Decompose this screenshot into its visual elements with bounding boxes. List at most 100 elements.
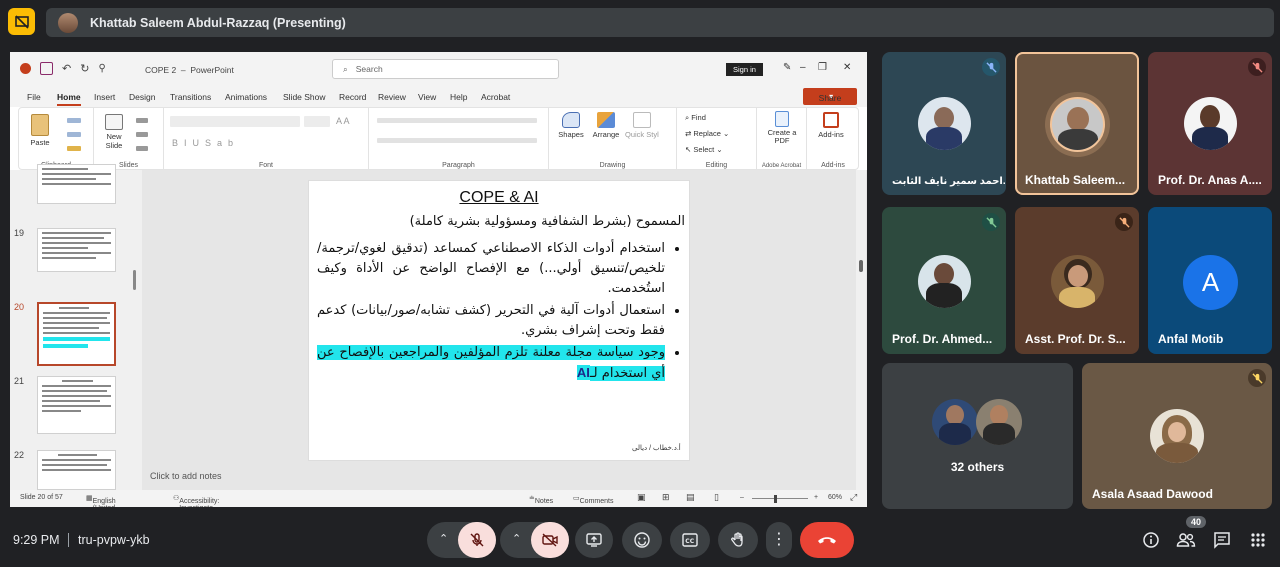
clipboard-group: Paste Clipboard	[19, 108, 94, 171]
meeting-info-button[interactable]	[1140, 529, 1162, 551]
zoom-slider-knob[interactable]	[774, 495, 777, 503]
layout-icon[interactable]	[136, 118, 148, 123]
save-icon[interactable]	[40, 62, 53, 75]
participant-tile-active[interactable]: Khattab Saleem...	[1015, 52, 1139, 195]
slide-thumbnail[interactable]	[37, 450, 116, 490]
reset-icon[interactable]	[136, 132, 148, 137]
copy-icon[interactable]	[67, 132, 81, 137]
paste-button[interactable]: Paste	[27, 114, 53, 147]
quick-styles-button[interactable]: Quick Styles	[625, 112, 659, 141]
customize-icon[interactable]: ⚲	[98, 63, 105, 74]
tab-help[interactable]: Help	[450, 92, 467, 102]
current-slide[interactable]: COPE & AI المسموح (بشرط الشفافية ومسؤولي…	[308, 180, 690, 461]
reactions-button[interactable]	[622, 522, 662, 558]
comments-button[interactable]: ▭ Comments	[573, 494, 613, 505]
chat-button[interactable]	[1211, 529, 1233, 551]
undo-icon[interactable]: ↶	[62, 62, 71, 75]
presenting-banner[interactable]: Khattab Saleem Abdul-Razzaq (Presenting)	[46, 8, 1274, 37]
raise-hand-button[interactable]	[718, 522, 758, 558]
scrollbar-thumb[interactable]	[859, 260, 863, 272]
mic-toggle-button[interactable]	[458, 522, 496, 558]
tab-transitions[interactable]: Transitions	[170, 92, 211, 102]
participant-tile[interactable]: Prof. Dr. Anas A....	[1148, 52, 1272, 195]
drawing-group: Shapes Arrange Quick Styles Drawing	[549, 108, 677, 171]
tab-insert[interactable]: Insert	[94, 92, 115, 102]
people-button[interactable]	[1175, 529, 1197, 551]
redo-icon[interactable]: ↻	[80, 62, 89, 75]
thumbnail-scrollbar[interactable]	[133, 270, 136, 290]
slide-thumbnail-selected[interactable]	[37, 302, 116, 366]
participant-tile[interactable]: Asala Asaad Dawood	[1082, 363, 1272, 509]
zoom-slider[interactable]	[752, 498, 808, 499]
tab-file[interactable]: File	[27, 92, 41, 102]
tab-acrobat[interactable]: Acrobat	[481, 92, 510, 102]
tab-design[interactable]: Design	[129, 92, 155, 102]
restore-icon[interactable]: ❐	[818, 62, 827, 73]
leave-call-button[interactable]	[800, 522, 854, 558]
font-size-buttons[interactable]: A A	[336, 116, 350, 126]
search-icon: ⌕	[343, 63, 348, 74]
select-button[interactable]: ↖ Select ⌄	[685, 145, 723, 154]
fit-slide-icon[interactable]: ⤢	[850, 492, 857, 503]
find-button[interactable]: ⌕ Find	[685, 113, 706, 123]
mic-options-chevron-icon[interactable]: ⌃	[439, 532, 448, 545]
search-box[interactable]: ⌕ Search	[332, 59, 559, 79]
tab-record[interactable]: Record	[339, 92, 366, 102]
tab-animations[interactable]: Animations	[225, 92, 267, 102]
zoom-in-icon[interactable]: +	[814, 494, 818, 501]
present-screen-button[interactable]	[575, 522, 613, 558]
emoji-icon	[634, 532, 650, 548]
font-size-field[interactable]	[304, 116, 330, 127]
participant-tile[interactable]: Prof. Dr. Ahmed...	[882, 207, 1006, 354]
camera-options-chevron-icon[interactable]: ⌃	[512, 532, 521, 545]
list-controls[interactable]	[377, 118, 537, 123]
tab-view[interactable]: View	[418, 92, 436, 102]
notes-button[interactable]: ≐ Notes	[529, 494, 553, 505]
slide-thumbnails[interactable]: 19 20 21 22	[10, 164, 142, 490]
close-icon[interactable]: ✕	[843, 62, 851, 73]
zoom-out-icon[interactable]: –	[740, 494, 744, 501]
activities-button[interactable]	[1247, 529, 1269, 551]
slide-thumbnail[interactable]	[37, 228, 116, 272]
camera-toggle-button[interactable]	[531, 522, 569, 558]
language-indicator[interactable]: ▦ English (United States)	[86, 494, 116, 507]
cut-icon[interactable]	[67, 118, 81, 123]
align-controls[interactable]	[377, 138, 537, 143]
slideshow-view-icon[interactable]: ▯	[714, 492, 719, 503]
accessibility-indicator[interactable]: ⚇ Accessibility: Investigate	[173, 494, 219, 507]
editor-scrollbar[interactable]	[856, 170, 866, 490]
pen-icon[interactable]: ✎	[783, 62, 791, 73]
create-pdf-button[interactable]: Create a PDF	[760, 111, 804, 145]
others-tile[interactable]: 32 others	[882, 363, 1073, 509]
slide-thumbnail[interactable]	[37, 376, 116, 434]
share-button[interactable]: Share ▾	[803, 88, 857, 105]
participant-tile[interactable]: A Anfal Motib	[1148, 207, 1272, 354]
tab-review[interactable]: Review	[378, 92, 406, 102]
meeting-code[interactable]: tru-pvpw-ykb	[78, 533, 150, 547]
arrange-button[interactable]: Arrange	[589, 112, 623, 139]
notes-placeholder[interactable]: Click to add notes	[150, 471, 222, 481]
shapes-button[interactable]: Shapes	[555, 112, 587, 139]
replace-button[interactable]: ⇄ Replace ⌄	[685, 129, 729, 138]
add-ins-button[interactable]: Add-ins	[813, 112, 849, 139]
slide-thumbnail[interactable]	[37, 164, 116, 204]
presentation-icon[interactable]	[8, 8, 35, 35]
minimize-icon[interactable]: –	[800, 62, 806, 73]
sorter-view-icon[interactable]: ⊞	[662, 492, 670, 503]
new-slide-icon	[105, 114, 123, 130]
participant-tile[interactable]: احمد سمير نايف الثابت...	[882, 52, 1006, 195]
participant-tile[interactable]: Asst. Prof. Dr. S...	[1015, 207, 1139, 354]
zoom-level[interactable]: 60%	[828, 494, 842, 501]
more-options-button[interactable]: ⋮	[766, 522, 792, 558]
section-icon[interactable]	[136, 146, 148, 151]
tab-home[interactable]: Home	[57, 92, 81, 106]
normal-view-icon[interactable]: ▣	[637, 492, 646, 503]
tab-slide-show[interactable]: Slide Show	[283, 92, 326, 102]
reading-view-icon[interactable]: ▤	[686, 492, 695, 503]
new-slide-button[interactable]: New Slide	[98, 114, 130, 150]
font-name-field[interactable]	[170, 116, 300, 127]
font-style-buttons[interactable]: BIUSab	[172, 138, 239, 148]
sign-in-button[interactable]: Sign in	[726, 63, 763, 76]
format-painter-icon[interactable]	[67, 146, 81, 151]
captions-button[interactable]: CC	[670, 522, 710, 558]
